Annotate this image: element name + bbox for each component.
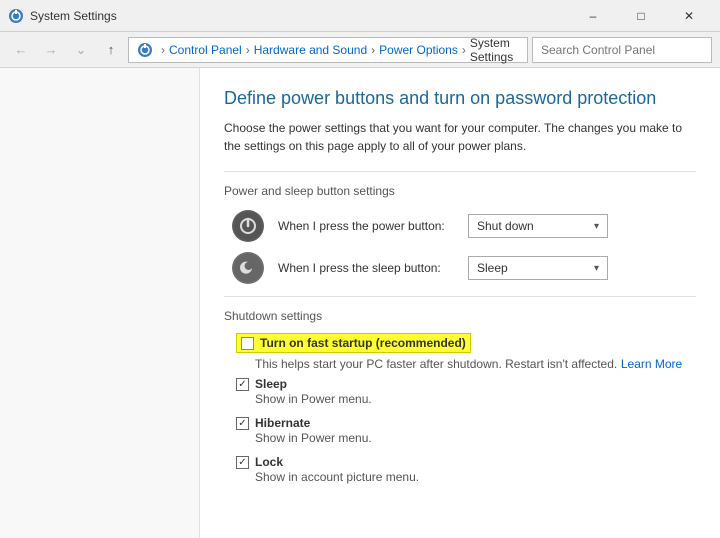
- minimize-button[interactable]: ‒: [570, 0, 616, 32]
- fast-startup-desc: This helps start your PC faster after sh…: [255, 357, 617, 371]
- power-icon: [232, 210, 264, 242]
- breadcrumb-hardware-sound[interactable]: Hardware and Sound: [254, 43, 367, 57]
- breadcrumb: › Control Panel › Hardware and Sound › P…: [128, 37, 528, 63]
- sleep-option-desc: Show in Power menu.: [255, 392, 372, 406]
- hibernate-checkbox[interactable]: ✓: [236, 417, 249, 430]
- fast-startup-checkbox[interactable]: [241, 337, 254, 350]
- hibernate-option-desc: Show in Power menu.: [255, 431, 372, 445]
- title-bar-text: System Settings: [30, 9, 117, 23]
- page-title: Define power buttons and turn on passwor…: [224, 88, 696, 109]
- hibernate-checkbox-wrapper: ✓: [236, 417, 255, 430]
- power-dropdown-value: Shut down: [477, 219, 534, 233]
- fast-startup-label: Turn on fast startup (recommended): [260, 336, 466, 350]
- close-button[interactable]: ✕: [666, 0, 712, 32]
- sleep-dropdown-arrow-icon: ▾: [594, 263, 599, 274]
- sleep-dropdown[interactable]: Sleep ▾: [468, 256, 608, 280]
- hibernate-label-group: Hibernate Show in Power menu.: [255, 416, 372, 445]
- lock-option-label: Lock: [255, 455, 419, 469]
- content-area: Define power buttons and turn on passwor…: [200, 68, 720, 538]
- maximize-button[interactable]: □: [618, 0, 664, 32]
- sleep-label-group: Sleep Show in Power menu.: [255, 377, 372, 406]
- page-description: Choose the power settings that you want …: [224, 119, 696, 155]
- sleep-button-label: When I press the sleep button:: [278, 261, 458, 275]
- main-container: Define power buttons and turn on passwor…: [0, 68, 720, 538]
- power-button-label: When I press the power button:: [278, 219, 458, 233]
- sleep-checkbox-row: ✓ Sleep Show in Power menu.: [224, 377, 696, 406]
- hibernate-option-label: Hibernate: [255, 416, 372, 430]
- up-button[interactable]: ↑: [98, 37, 124, 63]
- sleep-dropdown-value: Sleep: [477, 261, 508, 275]
- divider-2: [224, 296, 696, 297]
- lock-checkbox-wrapper: ✓: [236, 456, 255, 469]
- sleep-icon: [232, 252, 264, 284]
- sleep-button-row: When I press the sleep button: Sleep ▾: [224, 252, 696, 284]
- search-input[interactable]: [532, 37, 712, 63]
- power-dropdown-arrow-icon: ▾: [594, 221, 599, 232]
- shutdown-section: Shutdown settings Turn on fast startup (…: [224, 309, 696, 484]
- shutdown-section-label: Shutdown settings: [224, 309, 696, 323]
- title-bar: System Settings ‒ □ ✕: [0, 0, 720, 32]
- sleep-checkbox-wrapper: ✓: [236, 378, 255, 391]
- app-icon: [8, 8, 24, 24]
- breadcrumb-power-options[interactable]: Power Options: [379, 43, 458, 57]
- fast-startup-row: Turn on fast startup (recommended) This …: [224, 333, 696, 371]
- power-button-row: When I press the power button: Shut down…: [224, 210, 696, 242]
- learn-more-link[interactable]: Learn More: [621, 357, 682, 371]
- forward-button[interactable]: →: [38, 37, 64, 63]
- sidebar: [0, 68, 200, 538]
- sleep-option-label: Sleep: [255, 377, 372, 391]
- breadcrumb-current: System Settings: [470, 36, 519, 64]
- lock-checkbox[interactable]: ✓: [236, 456, 249, 469]
- sleep-checkbox[interactable]: ✓: [236, 378, 249, 391]
- hibernate-checkbox-row: ✓ Hibernate Show in Power menu.: [224, 416, 696, 445]
- nav-bar: ← → ⌄ ↑ › Control Panel › Hardware and S…: [0, 32, 720, 68]
- breadcrumb-icon: [137, 42, 153, 58]
- dropdown-arrow-button[interactable]: ⌄: [68, 37, 94, 63]
- power-dropdown[interactable]: Shut down ▾: [468, 214, 608, 238]
- lock-checkbox-row: ✓ Lock Show in account picture menu.: [224, 455, 696, 484]
- back-button[interactable]: ←: [8, 37, 34, 63]
- lock-label-group: Lock Show in account picture menu.: [255, 455, 419, 484]
- lock-option-desc: Show in account picture menu.: [255, 470, 419, 484]
- title-bar-controls: ‒ □ ✕: [570, 0, 712, 32]
- divider-1: [224, 171, 696, 172]
- power-sleep-section-label: Power and sleep button settings: [224, 184, 696, 198]
- breadcrumb-control-panel[interactable]: Control Panel: [169, 43, 242, 57]
